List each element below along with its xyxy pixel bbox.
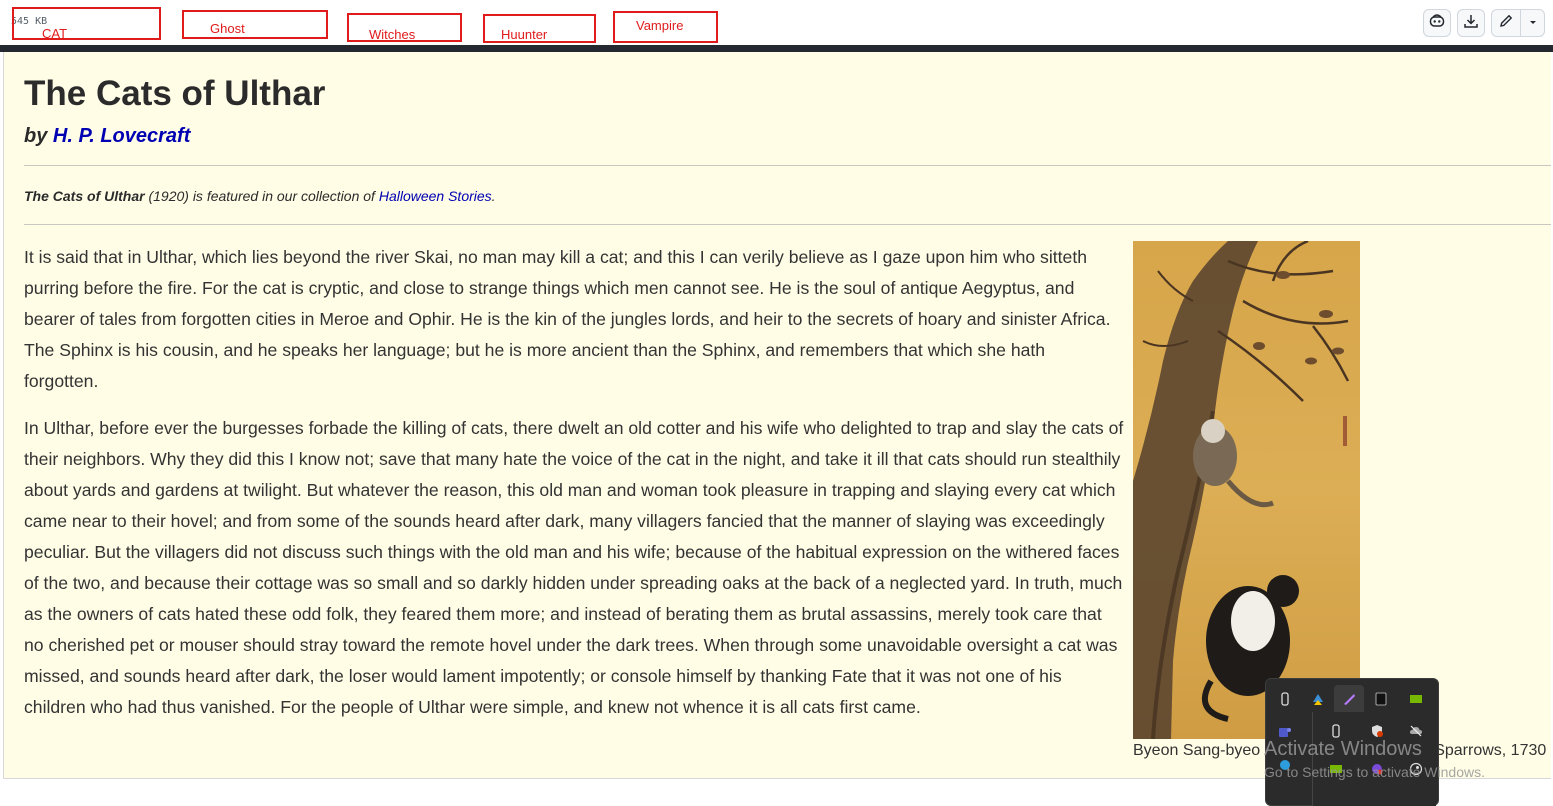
tag-huunter[interactable]: Huunter xyxy=(483,14,596,43)
caption-right: Sparrows, 1730 xyxy=(1434,742,1547,759)
copilot-button[interactable] xyxy=(1423,9,1451,37)
collection-note: The Cats of Ulthar (1920) is featured in… xyxy=(24,188,496,204)
tag-huunter-label: Huunter xyxy=(501,27,548,42)
edit-button[interactable] xyxy=(1492,10,1520,36)
divider xyxy=(24,165,1551,166)
story-paragraph: It is said that in Ulthar, which lies be… xyxy=(24,247,1111,391)
copilot-icon xyxy=(1429,13,1445,34)
halloween-stories-link[interactable]: Halloween Stories xyxy=(379,188,492,204)
chevron-down-icon xyxy=(1528,14,1538,32)
usb-icon[interactable] xyxy=(1276,690,1294,708)
tag-cat[interactable]: CAT xyxy=(12,7,161,41)
network-warning-icon[interactable] xyxy=(1309,690,1327,708)
preview-divider xyxy=(0,45,1553,52)
tag-witches[interactable]: Witches xyxy=(347,13,462,42)
activate-windows-subtitle: Go to Settings to activate Windows. xyxy=(1264,764,1485,780)
tag-cat-label: CAT xyxy=(42,26,68,41)
nvidia-icon[interactable] xyxy=(1407,690,1425,708)
edit-button-group xyxy=(1491,9,1545,37)
pencil-icon xyxy=(1498,13,1514,34)
epic-games-icon[interactable] xyxy=(1372,690,1390,708)
page-title: The Cats of Ulthar xyxy=(24,74,326,113)
author-link[interactable]: H. P. Lovecraft xyxy=(53,125,190,147)
tag-ghost[interactable]: Ghost xyxy=(182,10,328,39)
note-end: . xyxy=(491,188,496,204)
divider xyxy=(24,224,1551,225)
file-toolbar: 545 KB CAT Ghost Witches Huunter Vampire xyxy=(0,0,1553,46)
pen-app-icon[interactable] xyxy=(1340,690,1358,708)
note-story-title: The Cats of Ulthar xyxy=(24,188,145,204)
document-preview: The Cats of Ulthar by H. P. Lovecraft Th… xyxy=(3,52,1551,779)
download-button[interactable] xyxy=(1457,9,1485,37)
download-icon xyxy=(1463,13,1479,34)
story-body: It is said that in Ulthar, which lies be… xyxy=(24,242,1124,739)
tag-witches-label: Witches xyxy=(369,27,416,42)
byline: by H. P. Lovecraft xyxy=(24,125,190,148)
byline-prefix: by xyxy=(24,125,53,147)
tag-vampire[interactable]: Vampire xyxy=(613,11,718,43)
caption-left: Byeon Sang-byeo xyxy=(1133,742,1261,759)
tag-vampire-label: Vampire xyxy=(636,18,684,33)
note-text: (1920) is featured in our collection of xyxy=(144,188,379,204)
file-actions xyxy=(1423,9,1545,37)
cats-painting-image xyxy=(1133,241,1360,739)
story-paragraph: In Ulthar, before ever the burgesses for… xyxy=(24,418,1124,717)
tag-ghost-label: Ghost xyxy=(210,21,245,36)
edit-dropdown-button[interactable] xyxy=(1520,10,1544,36)
activate-windows-title: Activate Windows xyxy=(1264,738,1422,760)
